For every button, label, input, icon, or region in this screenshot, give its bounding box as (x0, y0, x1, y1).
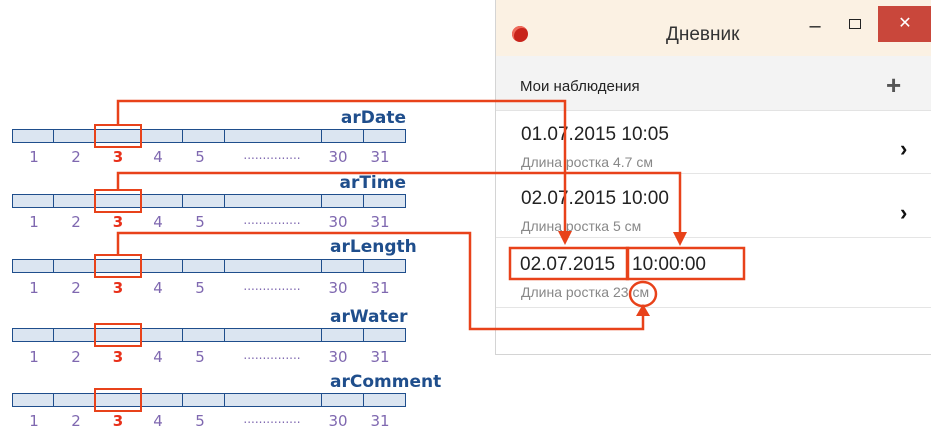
arrow-time (116, 171, 682, 233)
highlight-time-box (625, 246, 746, 281)
connector-arrows (116, 99, 746, 331)
highlight-date-box (508, 246, 630, 281)
arrow-head (673, 232, 687, 246)
arrow-head (558, 231, 572, 245)
highlight-value-circle (628, 280, 658, 308)
arrow-date (116, 99, 567, 232)
